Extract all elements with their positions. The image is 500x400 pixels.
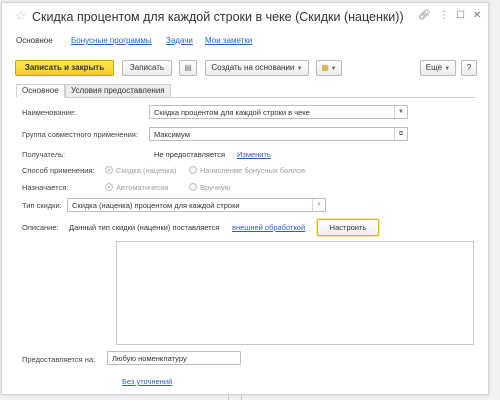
name-label: Наименование: — [22, 108, 77, 117]
open-icon[interactable]: ⧉ — [394, 128, 407, 140]
assigned-manual-label: Вручную — [200, 183, 231, 192]
chevron-down-icon: ▼ — [328, 66, 337, 72]
chevron-down-icon: ▼ — [296, 66, 303, 72]
provided-field[interactable]: Любую номенклатуру — [107, 351, 241, 365]
provided-label: Предоставляется на: — [22, 355, 96, 364]
chevron-down-icon: ▼ — [444, 66, 451, 72]
external-processing-link[interactable]: внешней обработкой — [232, 223, 305, 232]
method-label: Способ применения: — [22, 166, 95, 175]
create-based-on-label: Создать на основании — [211, 63, 295, 72]
name-value: Скидка процентом для каждой строки в чек… — [154, 108, 310, 117]
assigned-auto-radio[interactable] — [105, 183, 113, 191]
close-icon[interactable]: ✕ — [473, 10, 481, 22]
name-field[interactable]: Скидка процентом для каждой строки в чек… — [149, 105, 408, 119]
group-label: Группа совместного применения: — [22, 130, 138, 139]
tab-main[interactable]: Основное — [16, 84, 65, 98]
nav-tab-bonus-programs[interactable]: Бонусные программы — [71, 36, 152, 45]
more-vertical-icon[interactable]: ⋮ — [439, 10, 449, 22]
recipient-change-link[interactable]: Изменить — [237, 150, 271, 159]
reports-button[interactable]: ▦ ▼ — [316, 60, 342, 76]
type-value: Скидка (наценка) процентом для каждой ст… — [72, 201, 240, 210]
setup-button[interactable]: Настроить — [317, 219, 379, 236]
link-icon[interactable]: 🔗︎ — [418, 10, 431, 22]
titlebar: ☆ Скидка процентом для каждой строки в ч… — [2, 3, 488, 29]
save-and-close-button[interactable]: Записать и закрыть — [15, 60, 114, 76]
report-icon: ▦ — [321, 63, 329, 72]
group-field[interactable]: Максимум ⧉ — [149, 127, 408, 141]
background-divider — [228, 394, 242, 400]
tab-conditions[interactable]: Условия предоставления — [65, 84, 171, 98]
assigned-auto-label: Автоматически — [116, 183, 169, 192]
help-button[interactable]: ? — [461, 60, 477, 76]
group-value: Максимум — [154, 130, 190, 139]
recipient-value: Не предоставляется — [154, 150, 226, 159]
maximize-icon[interactable]: ☐ — [456, 10, 465, 22]
form-window: ☆ Скидка процентом для каждой строки в ч… — [1, 2, 489, 395]
window-title: Скидка процентом для каждой строки в чек… — [32, 10, 404, 24]
more-label: Еще — [425, 63, 443, 72]
settings-text-area[interactable] — [116, 241, 474, 345]
document-icon: ▤ — [184, 63, 192, 72]
nav-tab-tasks[interactable]: Задачи — [166, 36, 193, 45]
method-bonus-label: Начисление бонусных баллов — [200, 166, 306, 175]
method-bonus-radio[interactable] — [189, 166, 197, 174]
more-button[interactable]: Еще ▼ — [420, 60, 456, 76]
print-doc-button[interactable]: ▤ — [179, 60, 197, 76]
description-text: Данный тип скидки (наценки) поставляется — [69, 223, 220, 232]
method-discount-radio[interactable] — [105, 166, 113, 174]
method-discount-label: Скидка (наценка) — [116, 166, 177, 175]
nav-tab-notes[interactable]: Мои заметки — [205, 36, 252, 45]
create-based-on-button[interactable]: Создать на основании ▼ — [205, 60, 309, 76]
provided-value: Любую номенклатуру — [112, 354, 187, 363]
assigned-label: Назначается: — [22, 183, 69, 192]
recipient-label: Получатель: — [22, 150, 66, 159]
no-refinement-link[interactable]: Без уточнений — [122, 377, 172, 386]
type-label: Тип скидки: — [22, 201, 62, 210]
chevron-down-icon[interactable]: ▼ — [394, 106, 407, 118]
type-field: Скидка (наценка) процентом для каждой ст… — [67, 198, 326, 212]
assigned-manual-radio[interactable] — [189, 183, 197, 191]
nav-tab-main[interactable]: Основное — [16, 36, 53, 45]
favorite-star-icon[interactable]: ☆ — [15, 9, 27, 23]
chevron-down-icon: ▼ — [312, 199, 325, 211]
description-label: Описание: — [22, 223, 59, 232]
save-button[interactable]: Записать — [122, 60, 172, 76]
